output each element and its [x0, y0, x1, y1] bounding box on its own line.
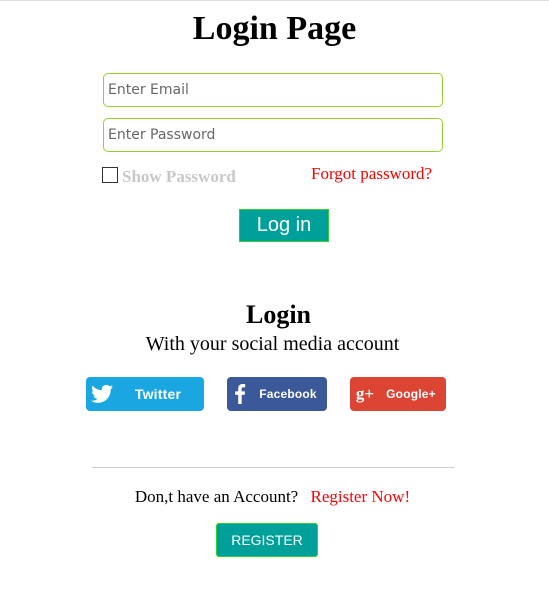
- forgot-password-link[interactable]: Forgot password?: [311, 164, 432, 184]
- social-login-title: Login: [245, 300, 312, 329]
- email-input[interactable]: [103, 73, 443, 107]
- password-input[interactable]: [103, 118, 443, 152]
- twitter-login-label: Twitter: [134, 386, 182, 402]
- register-prompt-row: Don,t have an Account? Register Now!: [0, 486, 545, 508]
- show-password-label: Show Password: [122, 167, 236, 186]
- register-button[interactable]: REGISTER: [216, 523, 318, 557]
- twitter-bird-icon: [86, 377, 118, 411]
- twitter-login-button[interactable]: Twitter: [86, 377, 204, 411]
- page-title: Login Page: [192, 10, 357, 47]
- facebook-login-label: Facebook: [259, 387, 317, 401]
- google-plus-login-button[interactable]: g+ Google+: [350, 377, 446, 411]
- login-button[interactable]: Log in: [239, 209, 329, 242]
- google-plus-icon: g+: [355, 384, 375, 403]
- facebook-f-icon: [227, 377, 253, 411]
- facebook-login-button[interactable]: Facebook: [227, 377, 327, 411]
- social-login-subtitle: With your social media account: [145, 333, 400, 355]
- register-prompt-text: Don,t have an Account?: [134, 487, 299, 506]
- show-password-checkbox[interactable]: [102, 167, 118, 183]
- register-now-link[interactable]: Register Now!: [310, 487, 410, 506]
- google-plus-login-label: Google+: [386, 387, 436, 401]
- section-divider: [92, 467, 454, 468]
